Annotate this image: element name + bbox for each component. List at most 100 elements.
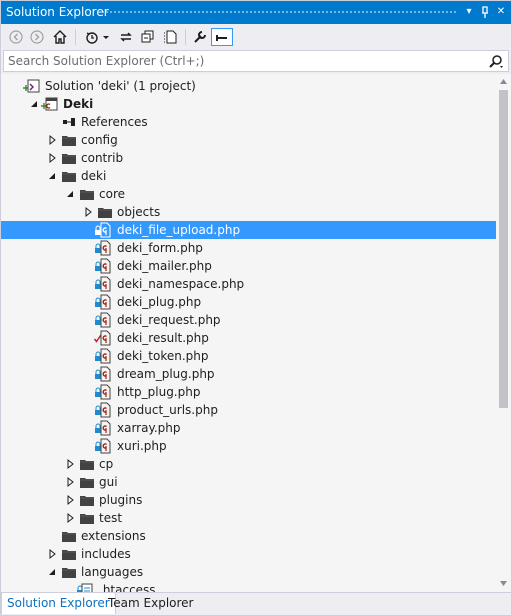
collapsed-arrow-icon[interactable]: [64, 476, 76, 488]
show-all-files-icon[interactable]: [161, 28, 179, 46]
tree-item[interactable]: xuri.php: [1, 437, 496, 455]
collapsed-arrow-icon[interactable]: [46, 134, 58, 146]
window-position-dropdown-icon[interactable]: ▾: [461, 4, 477, 20]
php-file-icon: [97, 312, 113, 328]
tree-item-label: deki_request.php: [117, 313, 221, 327]
php-file-icon: [97, 420, 113, 436]
tree-item[interactable]: deki_namespace.php: [1, 275, 496, 293]
expanded-arrow-icon[interactable]: [28, 98, 40, 110]
tree-item[interactable]: product_urls.php: [1, 401, 496, 419]
search-box: [3, 50, 509, 72]
tree-item[interactable]: http_plug.php: [1, 383, 496, 401]
expanded-arrow-icon[interactable]: [46, 170, 58, 182]
tree-item-label: deki_file_upload.php: [117, 223, 241, 237]
vertical-scrollbar[interactable]: [496, 74, 511, 592]
tree-item-label: .htaccess: [99, 583, 156, 592]
tree-item[interactable]: deki: [1, 167, 496, 185]
tree-item[interactable]: cp: [1, 455, 496, 473]
scroll-up-icon[interactable]: [499, 77, 508, 86]
tree-item[interactable]: test: [1, 509, 496, 527]
tree-item[interactable]: config: [1, 131, 496, 149]
auto-hide-pin-icon[interactable]: [477, 4, 493, 20]
php-file-icon: [97, 258, 113, 274]
collapsed-arrow-icon[interactable]: [82, 206, 94, 218]
sync-icon[interactable]: [117, 28, 135, 46]
scroll-thumb[interactable]: [499, 90, 508, 408]
folder-icon: [61, 564, 77, 580]
collapsed-arrow-icon[interactable]: [46, 548, 58, 560]
tree-item-label: deki_mailer.php: [117, 259, 212, 273]
tree-item[interactable]: deki_form.php: [1, 239, 496, 257]
tab-solution-explorer[interactable]: Solution Explorer: [1, 593, 116, 614]
tree-item-label: xuri.php: [117, 439, 167, 453]
preview-selected-icon[interactable]: [211, 28, 233, 46]
php-file-icon: [97, 402, 113, 418]
dropdown-arrow-icon[interactable]: [101, 28, 111, 46]
tree-item-label: test: [99, 511, 123, 525]
tree-item-label: dream_plug.php: [117, 367, 215, 381]
tree-item[interactable]: dream_plug.php: [1, 365, 496, 383]
back-icon[interactable]: [7, 28, 25, 46]
tree-item[interactable]: deki_result.php: [1, 329, 496, 347]
pending-changes-filter-icon[interactable]: [83, 28, 101, 46]
search-icon[interactable]: [488, 54, 504, 69]
tree-item[interactable]: deki_file_upload.php: [1, 221, 496, 239]
folder-icon: [79, 492, 95, 508]
tab-team-explorer[interactable]: Team Explorer: [103, 593, 199, 614]
collapsed-arrow-icon[interactable]: [64, 494, 76, 506]
folder-icon: [79, 186, 95, 202]
tree-item-label: product_urls.php: [117, 403, 218, 417]
tree-item-label: cp: [99, 457, 114, 471]
tree-item[interactable]: core: [1, 185, 496, 203]
tree-item[interactable]: deki_plug.php: [1, 293, 496, 311]
properties-wrench-icon[interactable]: [191, 28, 209, 46]
php-file-icon: [97, 240, 113, 256]
expanded-arrow-icon[interactable]: [64, 188, 76, 200]
tree-item[interactable]: includes: [1, 545, 496, 563]
window-title: Solution Explorer: [6, 5, 109, 19]
tree-item[interactable]: deki_request.php: [1, 311, 496, 329]
tree-item[interactable]: extensions: [1, 527, 496, 545]
folder-icon: [79, 510, 95, 526]
tree-item-label: objects: [117, 205, 161, 219]
tree-item-label: Deki: [63, 97, 94, 111]
close-icon[interactable]: ✕: [493, 4, 509, 20]
collapsed-arrow-icon[interactable]: [46, 152, 58, 164]
tree-item-label: contrib: [81, 151, 124, 165]
tree-item[interactable]: References: [1, 113, 496, 131]
tree-item[interactable]: Solution 'deki' (1 project): [1, 77, 496, 95]
collapse-all-icon[interactable]: [139, 28, 157, 46]
toolbar-separator: [75, 29, 76, 45]
tree-item[interactable]: gui: [1, 473, 496, 491]
folder-icon: [79, 474, 95, 490]
tree-item[interactable]: languages: [1, 563, 496, 581]
title-bar: Solution Explorer ▾ ✕: [1, 1, 511, 24]
tree-item[interactable]: .htaccess: [1, 581, 496, 592]
tree-item-label: deki_plug.php: [117, 295, 202, 309]
solution-icon: [25, 78, 41, 94]
tree-item-label: deki_token.php: [117, 349, 209, 363]
collapsed-arrow-icon[interactable]: [64, 512, 76, 524]
tree-item[interactable]: xarray.php: [1, 419, 496, 437]
tree-item-label: References: [81, 115, 148, 129]
php-file-icon: [97, 276, 113, 292]
tree-item[interactable]: contrib: [1, 149, 496, 167]
tree-item[interactable]: deki_token.php: [1, 347, 496, 365]
solution-tree[interactable]: Solution 'deki' (1 project) Deki Reference…: [1, 74, 496, 592]
php-file-icon: [97, 222, 113, 238]
drag-grip[interactable]: [101, 10, 457, 15]
forward-icon[interactable]: [28, 28, 46, 46]
scroll-down-icon[interactable]: [499, 579, 508, 588]
collapsed-arrow-icon[interactable]: [64, 458, 76, 470]
tree-item-label: includes: [81, 547, 131, 561]
search-input[interactable]: [8, 53, 478, 69]
tree-item[interactable]: objects: [1, 203, 496, 221]
expanded-arrow-icon[interactable]: [46, 566, 58, 578]
tree-item[interactable]: Deki: [1, 95, 496, 113]
home-icon[interactable]: [51, 28, 69, 46]
tree-item-label: deki_form.php: [117, 241, 203, 255]
php-file-icon: [97, 384, 113, 400]
tree-item-label: gui: [99, 475, 118, 489]
tree-item[interactable]: plugins: [1, 491, 496, 509]
tree-item[interactable]: deki_mailer.php: [1, 257, 496, 275]
